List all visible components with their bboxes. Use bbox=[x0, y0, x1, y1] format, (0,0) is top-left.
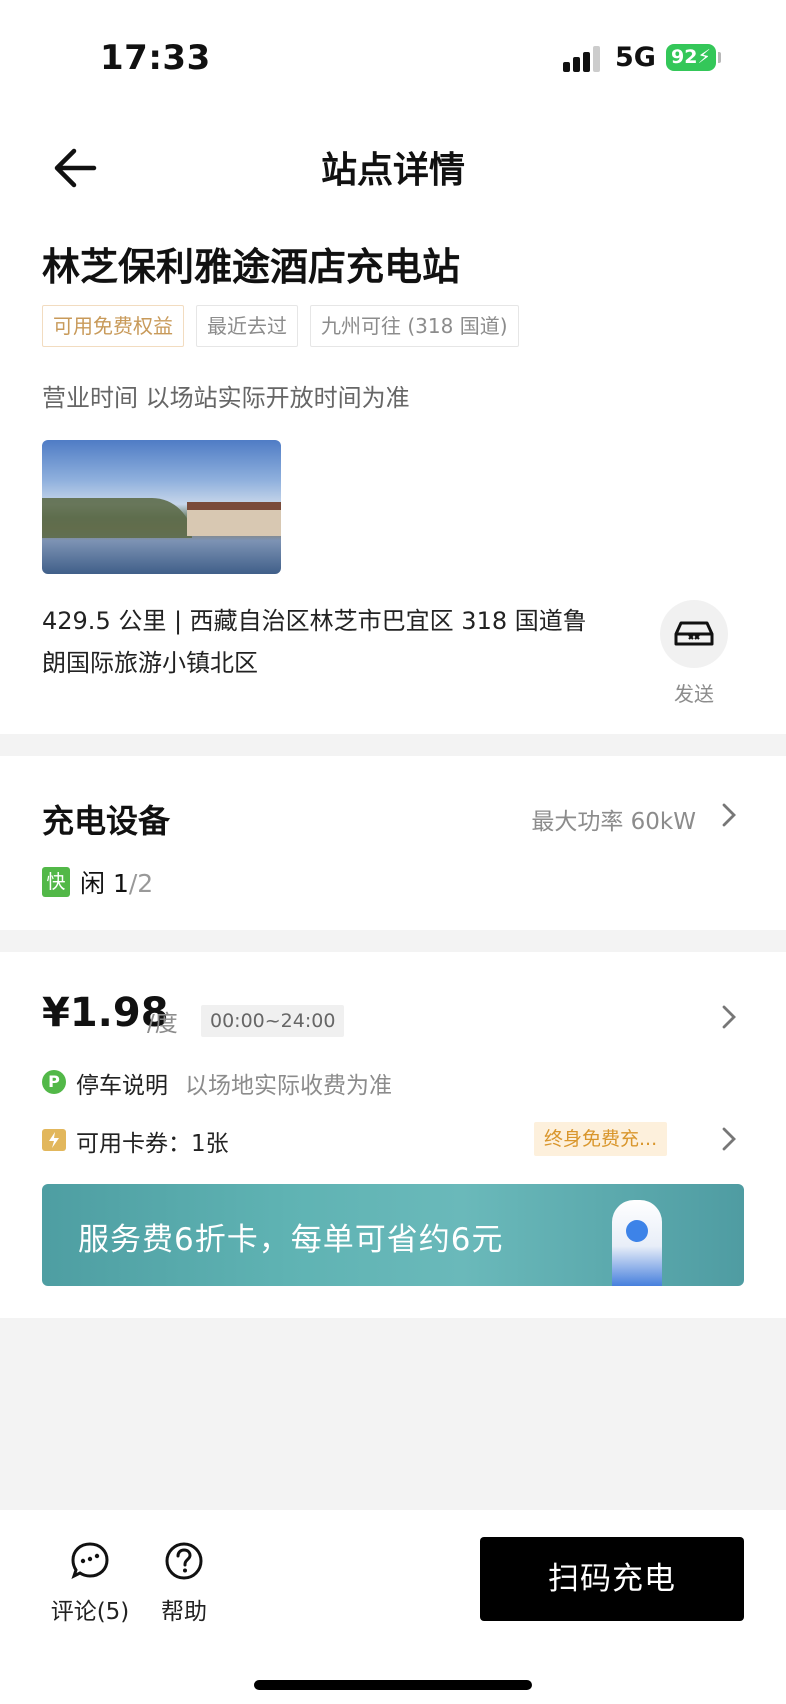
help-icon bbox=[165, 1542, 203, 1580]
coupon-icon bbox=[42, 1129, 66, 1151]
business-hours: 营业时间 以场站实际开放时间为准 bbox=[42, 384, 410, 412]
coupon-tag[interactable]: 终身免费充... bbox=[534, 1122, 668, 1156]
comment-button[interactable]: 评论(5) bbox=[48, 1540, 132, 1626]
promo-banner[interactable]: 服务费6折卡，每单可省约6元 bbox=[42, 1184, 744, 1286]
coupon-text: 可用卡券：1张 bbox=[76, 1131, 229, 1157]
home-indicator[interactable] bbox=[254, 1680, 532, 1690]
chevron-right-icon[interactable] bbox=[720, 1002, 738, 1032]
car-icon bbox=[674, 621, 714, 646]
photo-hill bbox=[42, 498, 192, 538]
chevron-right-icon[interactable] bbox=[720, 1124, 738, 1154]
help-button[interactable]: 帮助 bbox=[142, 1540, 226, 1626]
charger-illustration bbox=[612, 1200, 662, 1286]
battery-icon: 92⚡ bbox=[666, 44, 716, 71]
parking-title: 停车说明 bbox=[76, 1073, 168, 1099]
screen: 17:33 5G 92⚡ 站点详情 林芝保利雅途酒店充电站 可用免费权益 最近去… bbox=[0, 0, 786, 1704]
network-type: 5G bbox=[615, 42, 656, 73]
page-title: 站点详情 bbox=[320, 150, 465, 191]
price-time-range: 00:00~24:00 bbox=[201, 1005, 345, 1037]
idle-label: 闲 bbox=[80, 869, 106, 898]
status-bar: 17:33 5G 92⚡ bbox=[0, 0, 786, 118]
battery-level: 92 bbox=[671, 46, 698, 68]
station-card: 站点详情 林芝保利雅途酒店充电站 可用免费权益 最近去过 九州可往 (318 国… bbox=[0, 118, 786, 734]
station-address: 429.5 公里 | 西藏自治区林芝市巴宜区 318 国道鲁朗国际旅游小镇北区 bbox=[42, 607, 587, 677]
pricing-section: ¥1.98 /度 00:00~24:00 P 停车说明 以场地实际收费为准 可用… bbox=[0, 952, 786, 1318]
help-label: 帮助 bbox=[161, 1599, 207, 1625]
station-tags: 可用免费权益 最近去过 九州可往 (318 国道) bbox=[42, 305, 519, 347]
signal-icon bbox=[563, 46, 603, 72]
photo-houses bbox=[187, 510, 281, 536]
idle-status: 闲 1/2 bbox=[80, 864, 153, 900]
price-unit: /度 bbox=[147, 1011, 178, 1037]
chevron-right-icon[interactable] bbox=[720, 800, 738, 830]
tag-route: 九州可往 (318 国道) bbox=[310, 305, 519, 347]
station-name: 林芝保利雅途酒店充电站 bbox=[42, 245, 461, 289]
parking-description: 以场地实际收费为准 bbox=[185, 1073, 392, 1099]
max-power: 最大功率 60kW bbox=[531, 809, 696, 835]
charging-equipment-section[interactable]: 充电设备 最大功率 60kW 快 闲 1/2 bbox=[0, 756, 786, 930]
bottom-bar: 评论(5) 帮助 扫码充电 bbox=[0, 1510, 786, 1704]
parking-icon: P bbox=[42, 1070, 66, 1094]
equipment-title: 充电设备 bbox=[42, 802, 171, 840]
status-time: 17:33 bbox=[100, 38, 211, 78]
tag-recently-visited: 最近去过 bbox=[196, 305, 298, 347]
promo-text: 服务费6折卡，每单可省约6元 bbox=[78, 1222, 504, 1258]
tag-free-benefit: 可用免费权益 bbox=[42, 305, 184, 347]
station-photo[interactable] bbox=[42, 440, 281, 574]
comment-icon bbox=[71, 1542, 109, 1579]
battery-nub bbox=[718, 52, 721, 63]
comment-label: 评论(5) bbox=[50, 1599, 130, 1625]
send-to-car-button[interactable] bbox=[660, 600, 728, 668]
fast-charge-badge: 快 bbox=[42, 867, 70, 897]
scan-to-charge-button[interactable]: 扫码充电 bbox=[480, 1537, 744, 1621]
send-label: 发送 bbox=[674, 682, 714, 706]
total-count: /2 bbox=[128, 869, 154, 898]
idle-count: 1 bbox=[112, 869, 129, 898]
